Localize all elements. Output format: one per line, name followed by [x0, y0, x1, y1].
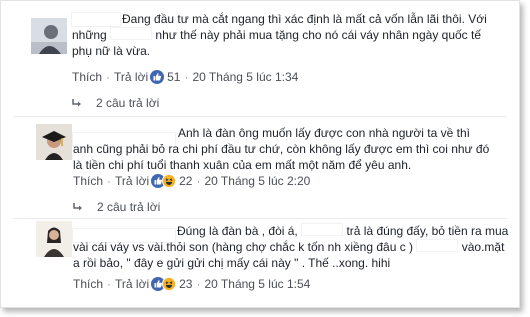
comment-text: Đúng là đàn bà , đòi á, trả là đúng đấy,… [177, 223, 509, 238]
comment-text-line: anh cũng phải bỏ ra chi phí đầu tư chứ, … [73, 142, 490, 172]
reactions[interactable] [151, 277, 177, 291]
reply-arrow-icon [73, 202, 82, 210]
comment-text-line: phụ nữ là vừa. [72, 44, 151, 58]
like-button[interactable]: Thích [72, 70, 102, 84]
divider [13, 218, 507, 219]
timestamp[interactable]: 20 Tháng 5 lúc 1:34 [192, 70, 298, 84]
haha-icon [162, 277, 177, 291]
like-button[interactable]: Thích [73, 277, 103, 291]
commenter-name[interactable] [71, 12, 121, 27]
view-replies-link[interactable]: 2 câu trả lời [72, 96, 159, 110]
avatar-photo-icon [31, 18, 67, 54]
comment-actions: Thích · Trả lời 51 · 20 Tháng 5 lúc 1:34 [72, 70, 299, 84]
comment-text-line: a rồi bảo, " đây e gửi gửi chị mấy cái n… [73, 256, 391, 270]
comment-actions: Thích · Trả lời 22 · 20 Tháng 5 lúc 2:20 [73, 174, 311, 188]
reaction-count[interactable]: 22 [179, 174, 192, 188]
reply-button[interactable]: Trả lời [115, 277, 149, 291]
like-icon [150, 70, 165, 84]
avatar-photo-icon [36, 221, 72, 257]
reply-button[interactable]: Trả lời [114, 70, 148, 84]
avatar[interactable] [36, 221, 72, 257]
haha-icon [162, 174, 177, 188]
timestamp[interactable]: 20 Tháng 5 lúc 1:54 [204, 277, 310, 291]
redacted-name [301, 223, 344, 236]
reaction-count[interactable]: 51 [167, 70, 180, 84]
reply-arrow-icon [72, 98, 81, 106]
timestamp[interactable]: 20 Tháng 5 lúc 2:20 [204, 174, 310, 188]
comment-text: Anh là đàn ông muốn lấy được con nhà ngư… [178, 126, 470, 140]
avatar[interactable] [36, 124, 72, 160]
reactions[interactable] [151, 174, 177, 188]
view-replies-link[interactable]: 2 câu trả lời [73, 200, 160, 214]
comment-text-line: vài cái váy vs vài.thỏi son (hàng chợ ch… [73, 239, 505, 254]
redacted-name [416, 239, 459, 252]
comment-text-line: những như thế này phải mua tặng cho nó c… [72, 27, 482, 42]
redacted-name [110, 27, 153, 40]
reactions[interactable] [150, 70, 165, 84]
reply-button[interactable]: Trả lời [115, 174, 149, 188]
divider [13, 116, 507, 117]
reaction-count[interactable]: 23 [179, 277, 192, 291]
comment-actions: Thích · Trả lời 23 · 20 Tháng 5 lúc 1:54 [73, 277, 311, 291]
avatar-graduate-icon [36, 124, 72, 160]
comments-panel: Đang đầu tư mà cắt ngang thì xác định là… [0, 0, 520, 308]
like-button[interactable]: Thích [73, 174, 103, 188]
comment-text: Đang đầu tư mà cắt ngang thì xác định là… [122, 12, 487, 26]
avatar[interactable] [31, 18, 67, 54]
